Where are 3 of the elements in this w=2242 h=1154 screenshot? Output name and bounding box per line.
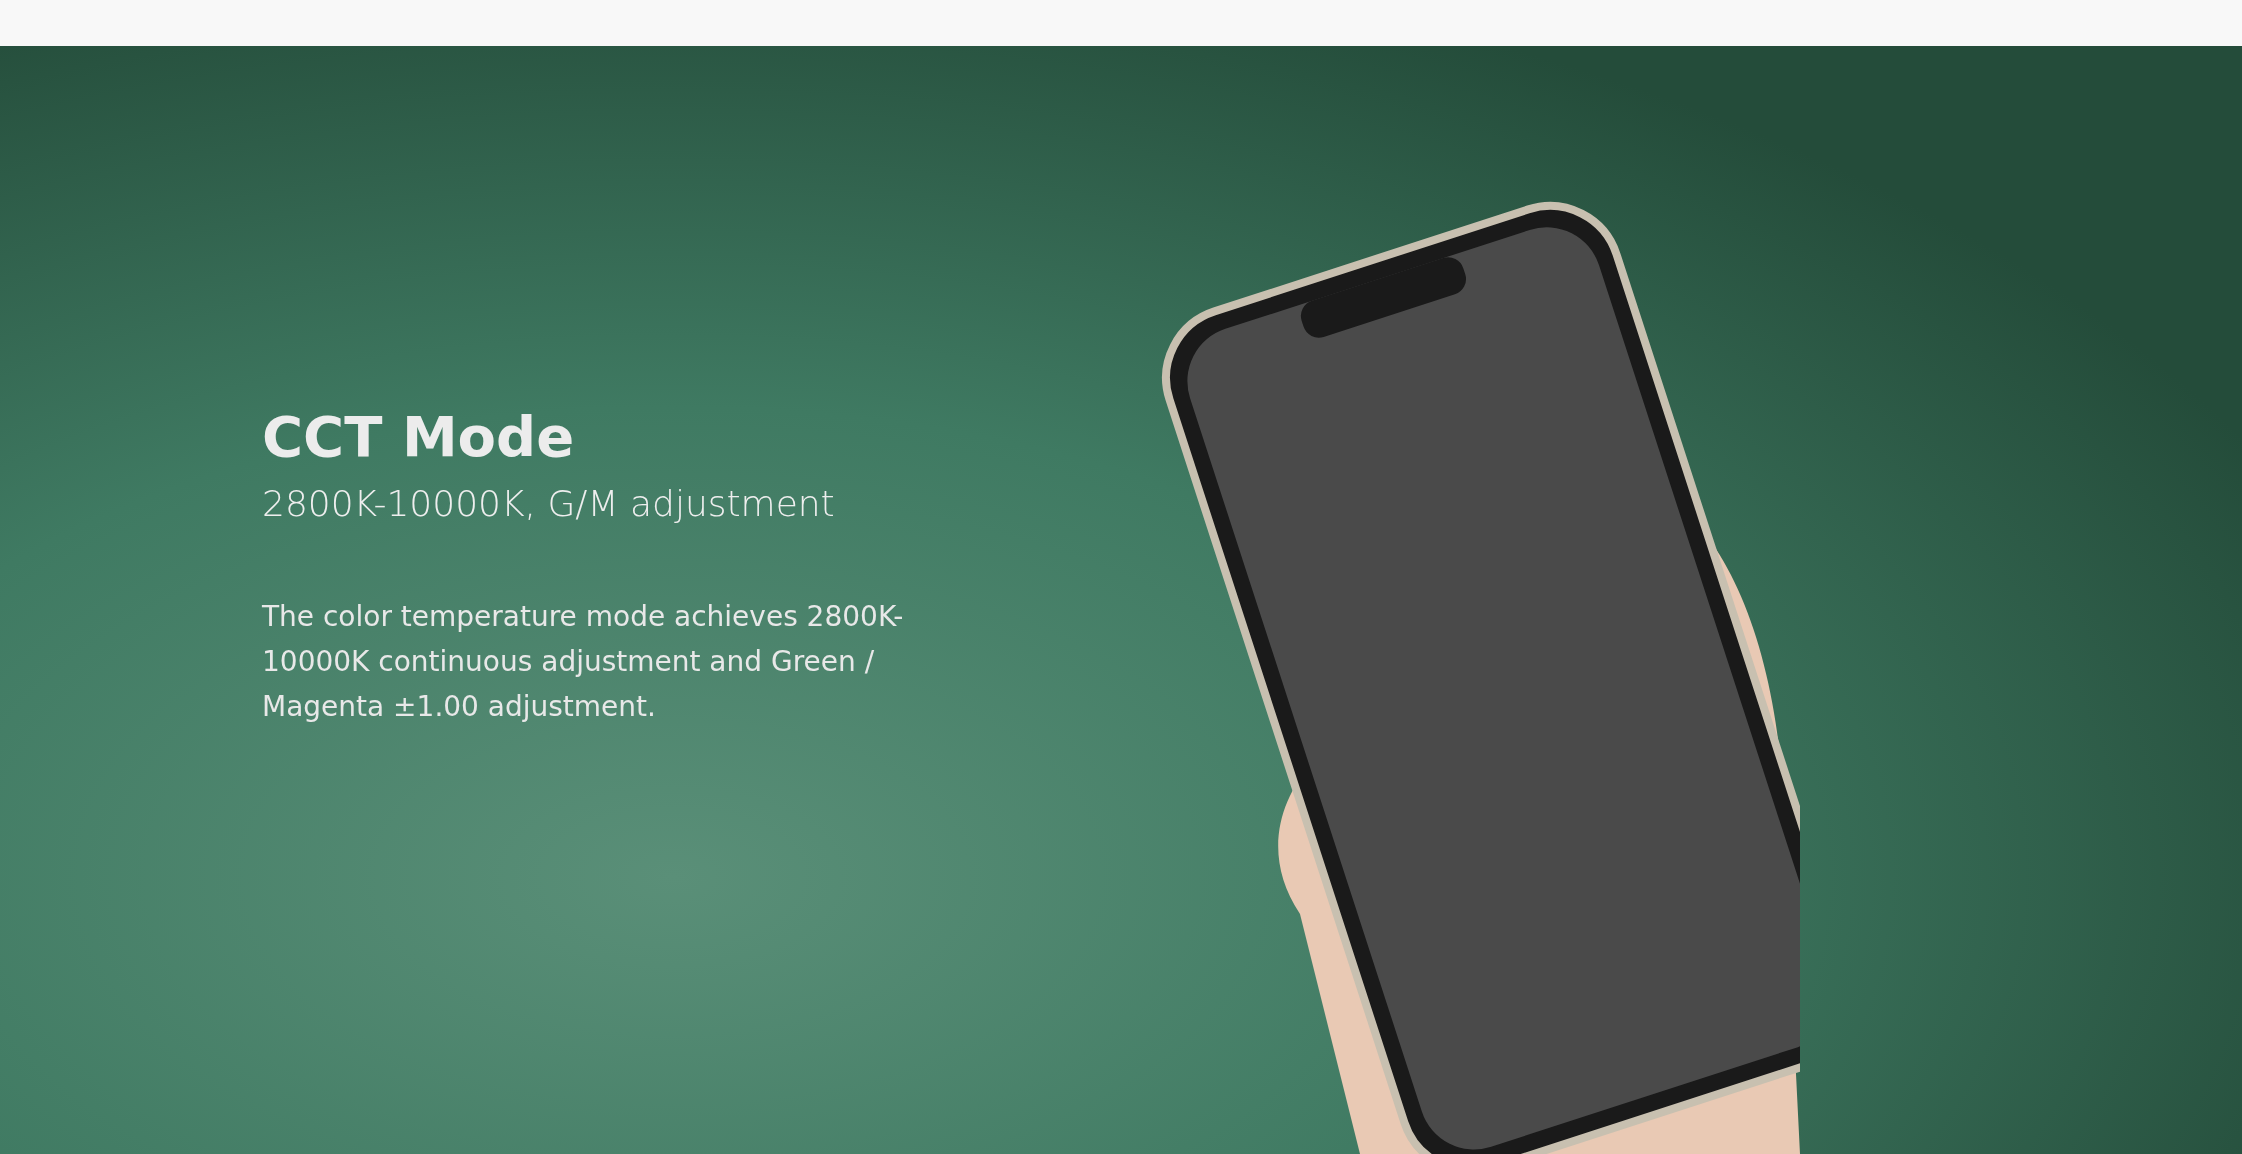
hero-description: The color temperature mode achieves 2800K-10000K continuous adjustment and Green / Magenta ±1.00 adjustment. [262,599,905,725]
hero-title: CCT Mode [262,404,575,469]
hero-subtitle: 2800K-10000K, G/M adjustment [262,483,835,524]
